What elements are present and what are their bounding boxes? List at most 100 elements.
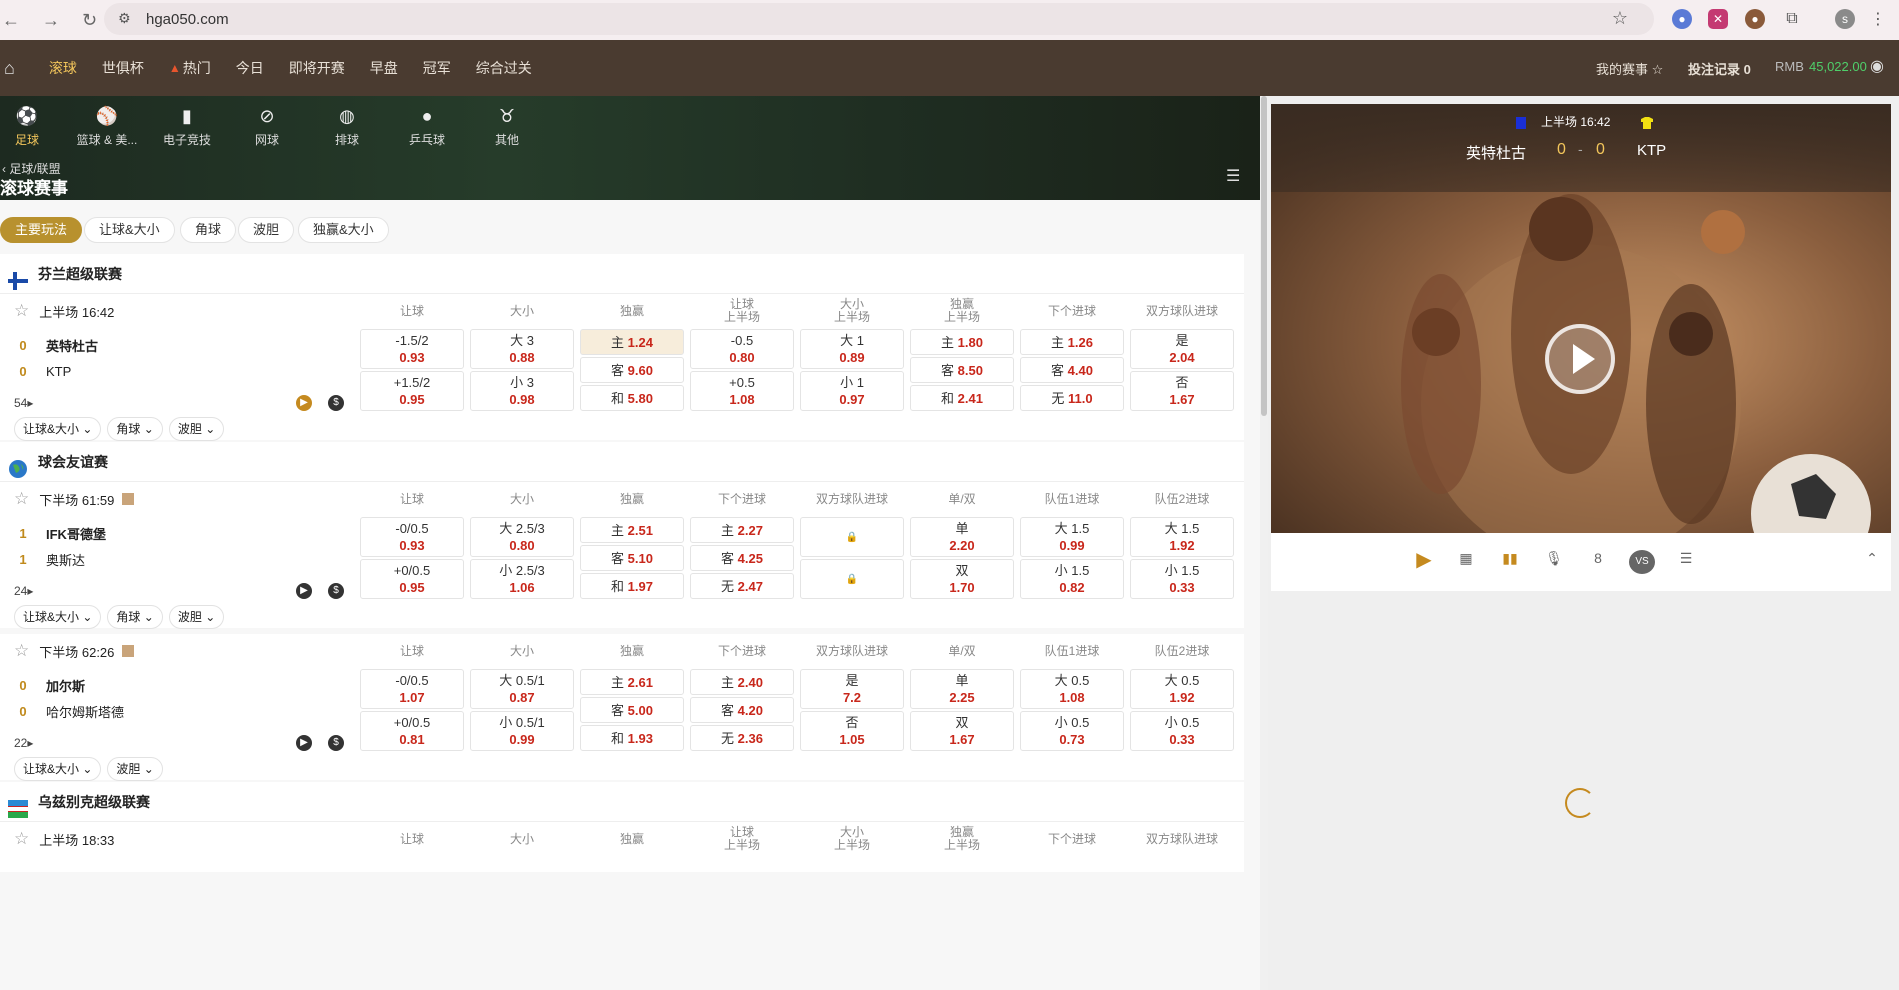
odds-cell[interactable]: 大 2.5/3 0.80 [470, 517, 574, 557]
nav-parlay[interactable]: 综合过关 [476, 58, 532, 78]
odds-cell[interactable]: 主 1.26 [1020, 329, 1124, 355]
scrollbar-thumb[interactable] [1261, 96, 1267, 416]
market-dropdown[interactable]: 让球&大小 ⌄ [14, 757, 102, 781]
odds-cell[interactable]: 否 1.67 [1130, 371, 1234, 411]
odds-cell[interactable]: 大 1 0.89 [800, 329, 904, 369]
odds-cell[interactable]: 无 11.0 [1020, 385, 1124, 411]
odds-cell[interactable]: 主 1.24 [580, 329, 684, 355]
settings-sliders-icon[interactable]: ☰ [1226, 166, 1240, 186]
scrollbar[interactable] [1260, 96, 1268, 990]
sport-table-tennis[interactable]: ● 乒乓球 [390, 106, 464, 148]
market-dropdown[interactable]: 角球 ⌄ [107, 417, 163, 441]
market-dropdown[interactable]: 波胆 ⌄ [107, 757, 163, 781]
odds-cell[interactable]: 和 1.97 [580, 573, 684, 599]
more-markets-count[interactable]: 24▸ [14, 584, 33, 598]
favorite-star-icon[interactable]: ☆ [14, 301, 29, 321]
odds-cell[interactable]: 是 2.04 [1130, 329, 1234, 369]
user-icon[interactable]: ◉ [1870, 56, 1884, 76]
list-icon[interactable]: ☰ [1673, 550, 1699, 574]
filter-correct-score[interactable]: 波胆 [238, 217, 295, 243]
extension-icon[interactable]: ✕ [1708, 9, 1728, 29]
nav-early[interactable]: 早盘 [370, 58, 398, 78]
odds-cell[interactable]: 大 3 0.88 [470, 329, 574, 369]
odds-cell[interactable]: 和 2.41 [910, 385, 1014, 411]
profile-avatar[interactable]: s [1835, 9, 1855, 29]
market-dropdown[interactable]: 角球 ⌄ [107, 605, 163, 629]
odds-cell[interactable]: 双 1.67 [910, 711, 1014, 751]
cashout-icon[interactable]: $ [328, 583, 344, 599]
odds-cell[interactable]: 主 2.40 [690, 669, 794, 695]
odds-cell[interactable]: 小 2.5/3 1.06 [470, 559, 574, 599]
odds-cell[interactable]: +0.5 1.08 [690, 371, 794, 411]
odds-cell[interactable]: 是 7.2 [800, 669, 904, 709]
stats-icon[interactable]: ▮▮ [1497, 550, 1523, 574]
odds-cell[interactable]: -0/0.5 1.07 [360, 669, 464, 709]
away-team-row[interactable]: 1 奥斯达 [0, 546, 340, 572]
nav-hot[interactable]: 热门 [183, 58, 211, 78]
odds-cell[interactable]: 客 5.00 [580, 697, 684, 723]
live-video-icon[interactable]: ▶ [296, 395, 312, 411]
nav-upcoming[interactable]: 即将开赛 [289, 58, 345, 78]
odds-cell[interactable]: 单 2.25 [910, 669, 1014, 709]
odds-cell[interactable]: +1.5/2 0.95 [360, 371, 464, 411]
odds-cell[interactable]: 主 2.61 [580, 669, 684, 695]
odds-cell[interactable]: 小 1.5 0.33 [1130, 559, 1234, 599]
nav-live[interactable]: 滚球 [49, 58, 77, 78]
odds-cell[interactable]: 大 1.5 0.99 [1020, 517, 1124, 557]
sport-volleyball[interactable]: ◍ 排球 [310, 106, 384, 148]
nav-champion[interactable]: 冠军 [423, 58, 451, 78]
more-markets-count[interactable]: 22▸ [14, 736, 33, 750]
filter-main[interactable]: 主要玩法 [0, 217, 83, 243]
odds-cell[interactable]: 客 5.10 [580, 545, 684, 571]
home-team-row[interactable]: 0 英特杜古 [0, 332, 340, 358]
odds-cell[interactable]: 客 4.25 [690, 545, 794, 571]
live-video-icon[interactable]: ▶ [296, 583, 312, 599]
league-header[interactable]: 芬兰超级联赛 [0, 254, 1244, 294]
league-header[interactable]: 乌兹别克超级联赛 [0, 782, 1244, 822]
bet-record-link[interactable]: 投注记录 0 [1688, 59, 1751, 78]
cookie-extension-icon[interactable]: ● [1745, 9, 1765, 29]
sport-tennis[interactable]: ⊘ 网球 [230, 106, 304, 148]
play-icon[interactable]: ▶ [1411, 547, 1437, 571]
odds-cell[interactable]: -0.5 0.80 [690, 329, 794, 369]
odds-cell[interactable]: 大 0.5 1.08 [1020, 669, 1124, 709]
odds-cell[interactable]: 主 1.80 [910, 329, 1014, 355]
cashout-icon[interactable]: $ [328, 395, 344, 411]
vs-icon[interactable]: VS [1629, 550, 1655, 574]
odds-cell[interactable]: 和 5.80 [580, 385, 684, 411]
odds-cell[interactable]: 大 1.5 1.92 [1130, 517, 1234, 557]
puzzle-icon[interactable]: ⧉ [1782, 9, 1802, 29]
my-events-link[interactable]: 我的赛事 ☆ [1596, 59, 1663, 78]
market-dropdown[interactable]: 让球&大小 ⌄ [14, 605, 102, 629]
field-view-icon[interactable]: ▶ [296, 735, 312, 751]
odds-cell[interactable]: 小 0.5 0.33 [1130, 711, 1234, 751]
filter-handicap-ou[interactable]: 让球&大小 [84, 217, 175, 243]
jersey-icon[interactable]: 8 [1585, 550, 1611, 574]
odds-cell[interactable]: -1.5/2 0.93 [360, 329, 464, 369]
odds-cell[interactable]: 双 1.70 [910, 559, 1014, 599]
collapse-chevron-up-icon[interactable]: ⌃ [1859, 550, 1885, 574]
odds-cell[interactable]: 和 1.93 [580, 725, 684, 751]
video-player[interactable]: 上半场 16:42 英特杜古 0 - 0 KTP [1271, 104, 1891, 533]
odds-cell[interactable]: 主 2.51 [580, 517, 684, 543]
odds-cell[interactable]: 大 0.5 1.92 [1130, 669, 1234, 709]
odds-cell[interactable]: 小 0.5 0.73 [1020, 711, 1124, 751]
sport-football[interactable]: ⚽ 足球 [0, 106, 64, 148]
odds-cell[interactable]: 小 1.5 0.82 [1020, 559, 1124, 599]
market-dropdown[interactable]: 波胆 ⌄ [168, 605, 225, 629]
mic-icon[interactable]: 🎙 [1541, 550, 1567, 574]
favorite-star-icon[interactable]: ☆ [14, 829, 29, 849]
odds-cell[interactable]: 否 1.05 [800, 711, 904, 751]
home-icon[interactable]: ⌂ [4, 58, 15, 79]
filter-corners[interactable]: 角球 [180, 217, 237, 243]
odds-cell[interactable]: 客 9.60 [580, 357, 684, 383]
nav-today[interactable]: 今日 [236, 58, 264, 78]
odds-cell[interactable]: 客 4.40 [1020, 357, 1124, 383]
menu-kebab-icon[interactable]: ⋮ [1868, 9, 1888, 29]
away-team-row[interactable]: 0 哈尔姆斯塔德 [0, 698, 340, 724]
sport-other[interactable]: ♉ 其他 [470, 106, 544, 148]
home-team-row[interactable]: 0 加尔斯 [0, 672, 340, 698]
odds-cell[interactable]: 大 0.5/1 0.87 [470, 669, 574, 709]
home-team-row[interactable]: 1 IFK哥德堡 [0, 520, 340, 546]
favorite-star-icon[interactable]: ☆ [14, 641, 29, 661]
